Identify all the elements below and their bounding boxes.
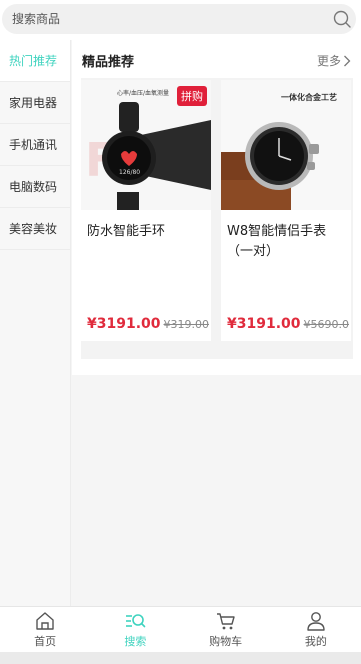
group-buy-badge: 拼购	[177, 86, 207, 106]
product-old-price: ¥5690.0	[303, 318, 350, 331]
product-card[interactable]: 一体化合金工艺 W8智能情侣手表（一对） ¥3191.00 ¥5690.0	[221, 80, 351, 341]
product-card[interactable]: F&G 126/80 心率/血压/血氧测量 拼购 防水智能手环 ¥3191.00…	[81, 80, 211, 341]
category-sidebar: 热门推荐 家用电器 手机通讯 电脑数码 美容美妆	[0, 40, 71, 606]
product-name[interactable]: 防水智能手环	[87, 222, 207, 242]
image-caption: 心率/血压/血氧测量	[117, 90, 170, 97]
tab-cart[interactable]: 购物车	[181, 607, 271, 652]
product-image[interactable]: 一体化合金工艺	[221, 80, 351, 210]
bottom-tab-bar: 首页 搜索 购物车 我的	[0, 606, 361, 652]
tab-label: 购物车	[209, 635, 243, 648]
product-price: ¥3191.00	[227, 316, 301, 332]
product-old-price: ¥319.00	[163, 318, 210, 331]
product-panel: 精品推荐 更多 F&G 126/80 心率/血压/血氧测量 拼购 防水智能手环 …	[72, 40, 361, 375]
image-caption: 一体化合金工艺	[281, 93, 337, 102]
watch-screen-text: 126/80	[119, 169, 140, 176]
sidebar-item-phones[interactable]: 手机通讯	[0, 124, 70, 166]
product-price: ¥3191.00	[87, 316, 161, 332]
search-input[interactable]	[12, 10, 312, 28]
top-bar	[0, 0, 361, 40]
sidebar-item-beauty[interactable]: 美容美妆	[0, 208, 70, 250]
chevron-right-icon	[344, 55, 351, 66]
cart-icon	[216, 613, 235, 630]
user-icon	[307, 612, 325, 631]
tab-label: 搜索	[124, 635, 147, 648]
more-link[interactable]: 更多	[317, 52, 351, 69]
home-icon	[36, 612, 54, 630]
tab-label: 首页	[34, 635, 57, 648]
sidebar-item-computers[interactable]: 电脑数码	[0, 166, 70, 208]
more-label: 更多	[316, 54, 341, 68]
tab-search[interactable]: 搜索	[90, 607, 180, 652]
search-list-icon	[126, 614, 146, 628]
product-name[interactable]: W8智能情侣手表（一对）	[227, 222, 347, 262]
product-image[interactable]: F&G 126/80 心率/血压/血氧测量 拼购	[81, 80, 211, 210]
tab-label: 我的	[304, 635, 327, 648]
section-title: 精品推荐	[82, 55, 135, 70]
tab-profile[interactable]: 我的	[271, 607, 361, 652]
sidebar-item-hot[interactable]: 热门推荐	[0, 40, 70, 82]
search-bar[interactable]	[2, 4, 356, 34]
bottom-strip	[0, 652, 361, 664]
tab-home[interactable]: 首页	[0, 607, 90, 652]
search-icon[interactable]	[332, 9, 352, 29]
sidebar-item-appliances[interactable]: 家用电器	[0, 82, 70, 124]
